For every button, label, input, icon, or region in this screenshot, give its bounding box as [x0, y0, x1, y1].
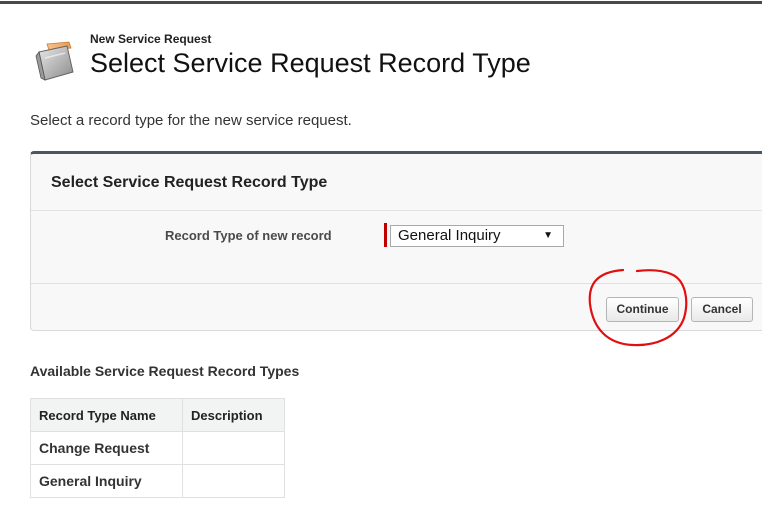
- continue-button[interactable]: Continue: [606, 297, 679, 322]
- panel-header: Select Service Request Record Type: [31, 154, 762, 211]
- record-types-table: Record Type Name Description Change Requ…: [30, 398, 285, 498]
- dropdown-arrow-icon: ▼: [543, 230, 553, 241]
- available-types-heading: Available Service Request Record Types: [30, 363, 300, 379]
- service-request-icon: [35, 41, 74, 81]
- page-title: Select Service Request Record Type: [90, 48, 531, 78]
- table-row: Change Request: [30, 431, 285, 465]
- page: New Service Request Select Service Reque…: [0, 0, 762, 519]
- column-header-name: Record Type Name: [30, 398, 183, 432]
- instruction-text: Select a record type for the new service…: [30, 112, 352, 129]
- page-header: New Service Request Select Service Reque…: [33, 32, 733, 92]
- record-type-description-cell: [182, 431, 285, 465]
- record-type-select[interactable]: General Inquiry ▼: [390, 225, 564, 247]
- table-header-row: Record Type Name Description: [30, 398, 285, 432]
- record-type-name-cell: Change Request: [30, 431, 183, 465]
- record-type-description-cell: [182, 464, 285, 498]
- record-type-panel: Select Service Request Record Type Recor…: [30, 151, 762, 331]
- title-text: New Service Request Select Service Reque…: [90, 32, 531, 78]
- column-header-description: Description: [182, 398, 285, 432]
- record-type-select-value: General Inquiry: [398, 227, 501, 244]
- top-divider: [0, 0, 762, 4]
- record-type-label: Record Type of new record: [165, 228, 332, 243]
- panel-footer: Continue Cancel: [31, 284, 762, 331]
- panel-title: Select Service Request Record Type: [51, 174, 328, 191]
- page-subtitle: New Service Request: [90, 32, 212, 46]
- cancel-button[interactable]: Cancel: [691, 297, 753, 322]
- record-type-name-cell: General Inquiry: [30, 464, 183, 498]
- required-indicator: [384, 223, 387, 247]
- table-row: General Inquiry: [30, 464, 285, 498]
- panel-body: Record Type of new record General Inquir…: [31, 211, 762, 284]
